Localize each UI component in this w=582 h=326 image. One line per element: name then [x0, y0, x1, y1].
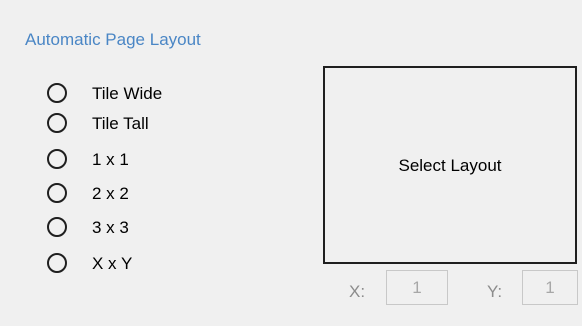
radio-option-1x1[interactable]: 1 x 1	[47, 145, 129, 173]
radio-option-3x3[interactable]: 3 x 3	[47, 213, 129, 241]
radio-button-icon[interactable]	[47, 253, 67, 273]
radio-option-2x2[interactable]: 2 x 2	[47, 179, 129, 207]
layout-preview-box: Select Layout	[323, 66, 577, 264]
radio-button-icon[interactable]	[47, 217, 67, 237]
radio-button-icon[interactable]	[47, 149, 67, 169]
automatic-page-layout-panel: Automatic Page Layout Tile Wide Tile Tal…	[0, 0, 582, 326]
radio-label: Tile Wide	[92, 83, 163, 103]
radio-label: Tile Tall	[92, 113, 149, 133]
radio-label: 3 x 3	[92, 217, 129, 237]
radio-button-icon[interactable]	[47, 183, 67, 203]
radio-option-x-by-y[interactable]: X x Y	[47, 249, 132, 277]
radio-button-icon[interactable]	[47, 113, 67, 133]
radio-label: 1 x 1	[92, 149, 129, 169]
radio-button-icon[interactable]	[47, 83, 67, 103]
y-dimension-label: Y:	[487, 282, 503, 301]
radio-option-tile-wide[interactable]: Tile Wide	[47, 79, 162, 107]
radio-label: X x Y	[92, 253, 133, 273]
x-dimension-label: X:	[349, 282, 366, 301]
radio-label: 2 x 2	[92, 183, 129, 203]
y-dimension-input[interactable]	[522, 270, 578, 305]
layout-preview-label: Select Layout	[398, 155, 502, 175]
x-dimension-input[interactable]	[386, 270, 448, 305]
group-title: Automatic Page Layout	[25, 30, 201, 49]
radio-option-tile-tall[interactable]: Tile Tall	[47, 109, 149, 137]
